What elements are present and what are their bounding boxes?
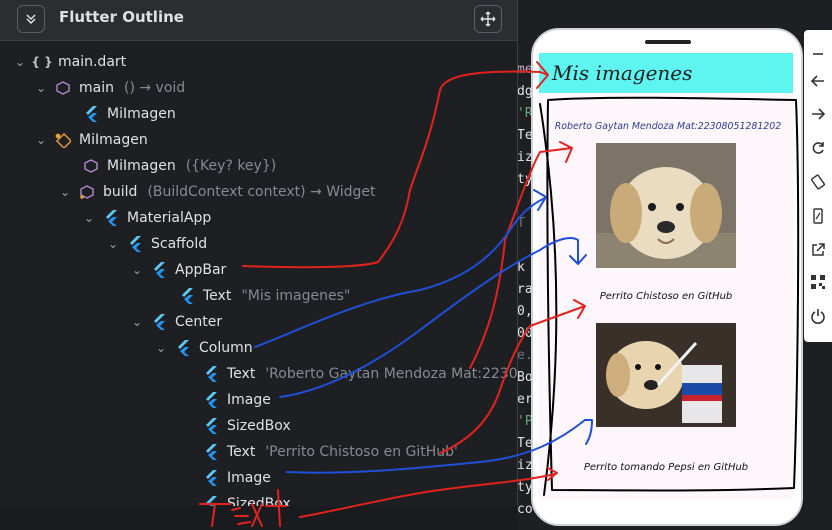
flutter-widget-icon [203,392,219,408]
outline-row-label: AppBar [175,262,227,278]
outline-row-label: SizedBox [227,496,291,506]
puppy-photo [596,143,736,268]
outline-row-detail: "Mis imagenes" [241,288,351,304]
chevron-down-icon[interactable]: ⌄ [107,238,119,250]
outline-row-label: Scaffold [151,236,208,252]
flutter-widget-icon [179,288,195,304]
flutter-widget-icon [151,262,167,278]
outline-row[interactable]: ⌄ Center [131,309,222,335]
open-external-icon[interactable] [806,238,830,262]
outline-row[interactable]: Text 'Roberto Gaytan Mendoza Mat:223080 [203,361,517,387]
flutter-widget-icon [203,496,219,506]
outline-row-label: Center [175,314,223,330]
device-icon[interactable] [806,204,830,228]
outline-row[interactable]: SizedBox [203,491,291,506]
function-icon [55,80,71,96]
outline-row[interactable]: Image [203,387,271,413]
outline-title: Flutter Outline [59,8,184,26]
outline-row[interactable]: MiImagen [83,101,176,127]
outline-row-label: Column [199,340,253,356]
outline-row-detail: () → void [123,80,186,96]
outline-header: Flutter Outline [0,0,517,41]
outline-row[interactable]: ⌄ { } main.dart [14,49,126,75]
constructor-icon [83,158,99,174]
outline-row-label: MiImagen [79,132,148,148]
flutter-widget-icon [203,444,219,460]
outline-row-label: MiImagen [107,106,176,122]
outline-row[interactable]: ⌄ AppBar [131,257,226,283]
outline-row-label: main [79,80,114,96]
outline-row[interactable]: SizedBox [203,413,291,439]
chevron-down-icon[interactable]: ⌄ [14,56,26,68]
class-icon [55,132,71,148]
chevron-down-icon[interactable]: ⌄ [59,186,71,198]
back-arrow-icon[interactable] [806,69,830,93]
qr-code-icon[interactable] [806,270,830,294]
flutter-widget-icon [203,366,219,382]
chevron-down-icon[interactable]: ⌄ [131,264,143,276]
outline-row-label: Image [227,470,271,486]
outline-row-label: Text [227,366,256,382]
chevron-down-icon[interactable]: ⌄ [35,134,47,146]
method-icon [79,184,95,200]
flutter-widget-icon [103,210,119,226]
puppy-drinking-pepsi-photo [596,323,736,427]
outline-row-label: SizedBox [227,418,291,434]
outline-row-detail: 'Roberto Gaytan Mendoza Mat:223080 [265,366,517,382]
outline-row[interactable]: MiImagen ({Key? key}) [83,153,276,179]
rotate-device-icon[interactable] [806,170,830,194]
chevron-down-icon[interactable]: ⌄ [131,316,143,328]
outline-row-label: MaterialApp [127,210,212,226]
outline-row-label: build [103,184,138,200]
chevron-down-icon[interactable]: ⌄ [155,342,167,354]
forward-arrow-icon[interactable] [806,102,830,126]
app-bar-title: Mis imagenes [552,61,693,85]
flutter-outline-panel: Flutter Outline ⌄ { } main.dart ⌄ main () → v… [0,0,518,506]
outline-row-detail: ({Key? key}) [185,158,277,174]
flutter-widget-icon [175,340,191,356]
power-icon[interactable] [806,304,830,328]
flutter-widget-icon [203,418,219,434]
outline-row-label: Text [227,444,256,460]
outline-row-detail: (BuildContext context) → Widget [147,184,376,200]
flutter-widget-icon [151,314,167,330]
braces-icon: { } [31,55,53,69]
desktop: medg'RTeiztyTkra0,00e.Boer'PTeiztycolo F… [0,0,832,530]
caption-2: Perrito tomando Pepsi en GitHub [583,462,749,473]
outline-row-label: Text [203,288,232,304]
caption-1: Perrito Chistoso en GitHub [599,291,733,302]
outline-row-detail: 'Perrito Chistoso en GitHub' [265,444,458,460]
outline-row[interactable]: ⌄ main () → void [35,75,185,101]
phone-notch [645,40,691,44]
editor-bottom-strip [0,506,517,530]
outline-row[interactable]: Image [203,465,271,491]
outline-row[interactable]: ⌄ MiImagen [35,127,148,153]
outline-row-label: Image [227,392,271,408]
four-arrows-move-icon[interactable] [474,5,502,33]
outline-row[interactable]: ⌄ MaterialApp [83,205,211,231]
flutter-widget-icon [127,236,143,252]
chevron-down-icon[interactable]: ⌄ [83,212,95,224]
outline-row[interactable]: ⌄ Scaffold [107,231,207,257]
outline-row[interactable]: ⌄ build (BuildContext context) → Widget [59,179,376,205]
chevron-down-icon[interactable]: ⌄ [35,82,47,94]
rotate-icon[interactable] [806,136,830,160]
outline-row-label: main.dart [58,54,127,70]
outline-row-label: MiImagen [107,158,176,174]
flutter-widget-icon [203,470,219,486]
outline-tree: ⌄ { } main.dart ⌄ main () → void MiImagen ⌄ MiIm… [0,48,517,506]
flutter-widget-icon [83,106,99,122]
code-fragment: T [517,216,525,231]
outline-row[interactable]: Text 'Perrito Chistoso en GitHub' [203,439,458,465]
author-text: Roberto Gaytan Mendoza Mat:2230805128120… [554,121,782,132]
code-fragment: k [517,260,525,275]
double-chevron-down-icon[interactable] [17,5,45,33]
minimize-icon[interactable] [806,42,830,66]
outline-row[interactable]: Text "Mis imagenes" [179,283,350,309]
outline-row[interactable]: ⌄ Column [155,335,253,361]
